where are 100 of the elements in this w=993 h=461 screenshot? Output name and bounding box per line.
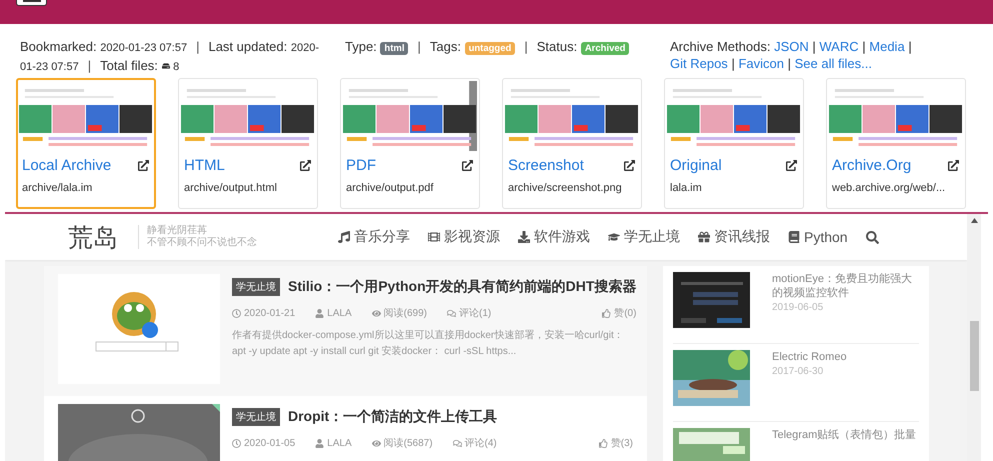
archive-method-link[interactable]: Git Repos	[670, 56, 728, 71]
card-title-link[interactable]: Local Archive	[22, 157, 112, 174]
separator: |	[88, 58, 92, 73]
like-count: 赞(3)	[610, 437, 633, 450]
tag: untagged	[464, 42, 516, 55]
tags-label: Tags:	[430, 39, 461, 54]
total-files-count: 8	[173, 61, 180, 73]
post-title-link[interactable]: Stilio：一个用Python开发的具有简约前端的DHT搜索器	[288, 278, 636, 296]
comments-icon	[446, 308, 456, 318]
download-icon	[518, 231, 530, 243]
sidebar-post-link[interactable]: Telegram贴纸（表情包）批量	[772, 428, 916, 442]
separator: |	[417, 39, 421, 54]
card-title-link[interactable]: Archive.Org	[832, 157, 912, 174]
external-link-icon[interactable]	[138, 160, 149, 171]
external-link-icon[interactable]	[624, 160, 635, 171]
clock-icon	[232, 438, 241, 448]
post-title-link[interactable]: Dropit：一个简洁的文件上传工具	[288, 408, 498, 426]
clock-icon	[232, 308, 241, 318]
post-excerpt: 作者有提供docker-compose.yml所以这里可以直接用docker快速部署，安装一哈curl/git： apt -y update apt -y install curl git 安装docker： curl -sSL https...	[232, 328, 625, 359]
sidebar-post-date: 2017-06-30	[772, 366, 824, 377]
archive-card[interactable]: PDF archive/output.pdf	[340, 78, 480, 209]
user-icon	[315, 438, 324, 448]
nav-link[interactable]: 软件游戏	[518, 228, 590, 246]
nav-link[interactable]: Python	[788, 229, 848, 245]
external-link-icon[interactable]	[786, 160, 797, 171]
external-link-icon[interactable]	[948, 160, 959, 171]
scroll-up-icon	[970, 218, 978, 223]
music-note-icon	[338, 231, 350, 243]
like-count: 赞(0)	[614, 307, 636, 320]
separator: |	[731, 56, 735, 71]
scrollbar-thumb[interactable]	[970, 321, 978, 391]
card-title-link[interactable]: HTML	[184, 157, 225, 174]
archive-method-link[interactable]: WARC	[819, 39, 859, 54]
type-label: Type:	[345, 39, 377, 54]
card-path: lala.im	[670, 182, 703, 194]
separator: |	[524, 39, 528, 54]
total-files-label: Total files:	[100, 58, 158, 73]
external-link-icon[interactable]	[462, 160, 473, 171]
eye-icon	[372, 438, 381, 448]
separator: |	[862, 39, 866, 54]
status-tag: Archived	[580, 42, 630, 55]
archive-card[interactable]: HTML archive/output.html	[178, 78, 318, 209]
archive-method-link[interactable]: Media	[869, 39, 905, 54]
card-title-link[interactable]: Original	[670, 157, 722, 174]
user-icon	[315, 308, 324, 318]
last-updated-date: 01-23 07:57	[20, 61, 79, 73]
card-path: archive/output.html	[184, 182, 278, 194]
card-path: archive/lala.im	[22, 182, 94, 194]
comment-count: 评论(1)	[458, 307, 492, 320]
site-tagline: 静看光阴荏苒	[147, 225, 208, 237]
category-tag[interactable]: 学无止境	[232, 278, 280, 296]
nav-link[interactable]: 音乐分享	[338, 228, 410, 246]
graduation-cap-icon	[608, 231, 620, 243]
external-link-icon[interactable]	[300, 160, 311, 171]
sidebar-post-link[interactable]: motionEye：免费且功能强大的视频监控软件	[772, 272, 919, 300]
bookmarked-date: 2020-01-23 07:57	[100, 42, 188, 54]
last-updated-date: 2020-	[290, 42, 320, 54]
category-tag[interactable]: 学无止境	[232, 408, 280, 426]
site-tagline: 不管不顾不问不说也不念	[147, 237, 258, 249]
post-author: LALA	[327, 308, 352, 318]
last-updated-label: Last updated:	[208, 39, 288, 54]
thumbs-up-icon	[598, 438, 608, 448]
bookmarked-label: Bookmarked:	[20, 39, 97, 54]
separator: |	[908, 39, 912, 54]
card-path: web.archive.org/web/...	[832, 182, 946, 194]
archive-method-link[interactable]: See all files...	[794, 56, 872, 71]
gift-icon	[698, 231, 710, 243]
nav-link[interactable]: 影视资源	[428, 228, 500, 246]
sidebar-post-link[interactable]: Electric Romeo	[772, 350, 847, 364]
separator: |	[788, 56, 791, 71]
post-date: 2020-01-21	[244, 308, 296, 318]
card-path: archive/screenshot.png	[508, 182, 623, 194]
archive-method-link[interactable]: JSON	[774, 39, 809, 54]
view-count: 阅读(699)	[384, 306, 427, 320]
book-icon	[788, 231, 800, 243]
film-icon	[428, 231, 440, 243]
site-logo[interactable]: 荒岛	[68, 220, 118, 254]
card-title-link[interactable]: Screenshot	[508, 157, 584, 174]
card-path: archive/output.pdf	[346, 182, 434, 194]
archive-methods-label: Archive Methods:	[670, 39, 770, 54]
card-title-link[interactable]: PDF	[346, 157, 376, 174]
comments-icon	[452, 438, 462, 448]
scrollbar[interactable]	[967, 214, 981, 461]
separator: |	[812, 39, 816, 54]
comment-count: 评论(4)	[464, 437, 497, 450]
archive-card[interactable]: Archive.Org web.archive.org/web/...	[826, 78, 966, 209]
search-button[interactable]	[866, 230, 879, 244]
nav-link[interactable]: 资讯线报	[698, 228, 770, 246]
sidebar-post-date: 2019-06-05	[772, 302, 824, 313]
archive-card[interactable]: Original lala.im	[664, 78, 804, 209]
post-date: 2020-01-05	[244, 438, 296, 448]
thumbs-up-icon	[602, 308, 612, 318]
search-icon	[866, 230, 879, 244]
status-label: Status:	[536, 39, 578, 54]
type-tag: html	[380, 42, 408, 55]
archive-card[interactable]: Local Archive archive/lala.im	[16, 78, 156, 209]
archive-card[interactable]: Screenshot archive/screenshot.png	[502, 78, 642, 209]
nav-link[interactable]: 学无止境	[608, 228, 680, 246]
eye-icon	[372, 308, 381, 318]
archive-method-link[interactable]: Favicon	[738, 56, 784, 71]
